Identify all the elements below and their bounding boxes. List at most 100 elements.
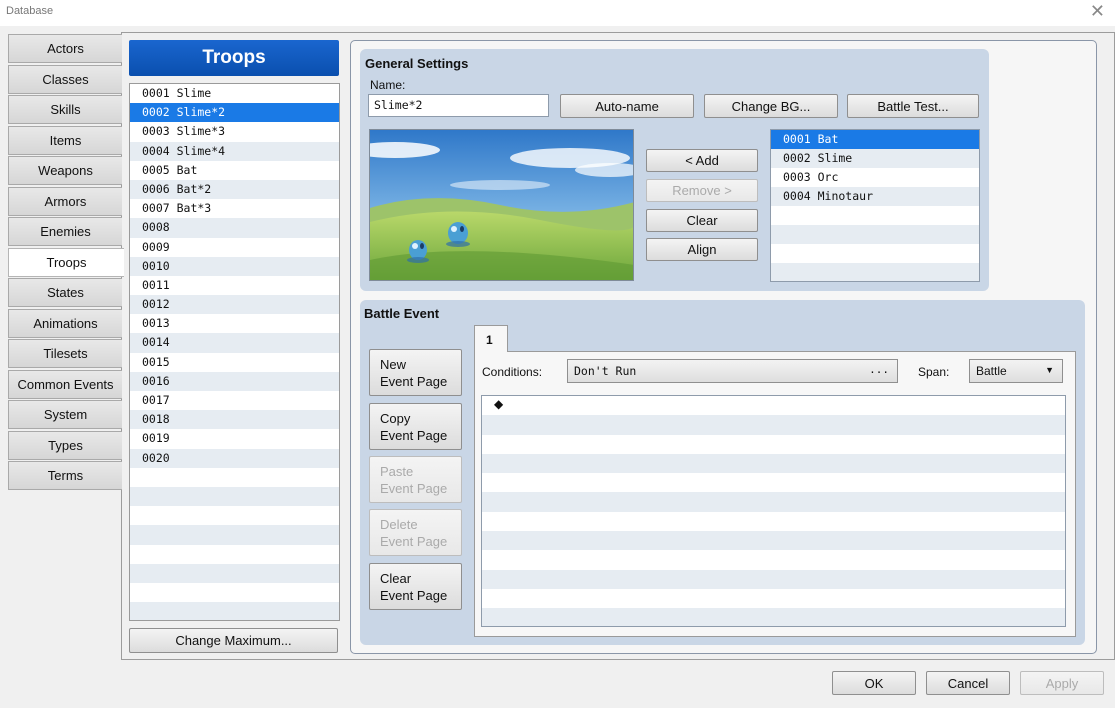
event-command-row[interactable] <box>482 589 1065 608</box>
enemy-list-item[interactable] <box>771 263 979 281</box>
enemy-list-item[interactable]: 0004 Minotaur <box>771 187 979 206</box>
tab-tilesets[interactable]: Tilesets <box>8 339 122 368</box>
command-marker-icon: ◆ <box>494 397 504 411</box>
remove-enemy-button[interactable]: Remove > <box>646 179 758 202</box>
troop-list-item[interactable]: 0010 <box>130 256 339 276</box>
battle-background-preview[interactable] <box>369 129 634 281</box>
troop-list-item[interactable]: 0017 <box>130 391 339 410</box>
copy-event-page-button[interactable]: Copy Event Page <box>369 403 462 450</box>
event-command-row[interactable] <box>482 550 1065 569</box>
event-command-row[interactable] <box>482 531 1065 551</box>
troop-list-item[interactable]: 0016 <box>130 371 339 391</box>
delete-event-page-button[interactable]: Delete Event Page <box>369 509 462 556</box>
event-command-row[interactable] <box>482 492 1065 512</box>
tab-actors[interactable]: Actors <box>8 34 122 63</box>
troop-list-item[interactable]: 0011 <box>130 276 339 295</box>
troops-list[interactable]: 0001 Slime 0002 Slime*2 0003 Slime*3 0004 S… <box>129 83 340 621</box>
troop-list-item[interactable]: 0002 Slime*2 <box>130 103 339 123</box>
tab-armors[interactable]: Armors <box>8 186 122 216</box>
tab-system[interactable]: System <box>8 400 122 429</box>
clear-event-page-button[interactable]: Clear Event Page <box>369 563 462 610</box>
enemy-list[interactable]: 0001 Bat 0002 Slime 0003 Orc 0004 Minotaur <box>770 129 980 282</box>
tab-common-events[interactable]: Common Events <box>8 369 122 399</box>
battle-test-button[interactable]: Battle Test... <box>847 94 979 118</box>
enemy-list-item[interactable] <box>771 225 979 244</box>
event-command-row[interactable] <box>482 415 1065 435</box>
troop-list-item[interactable]: 0012 <box>130 295 339 315</box>
enemy-list-item[interactable]: 0001 Bat <box>771 130 979 149</box>
event-command-row[interactable] <box>482 473 1065 492</box>
enemy-list-item[interactable] <box>771 244 979 263</box>
enemy-list-item[interactable]: 0002 Slime <box>771 149 979 168</box>
name-input[interactable]: Slime*2 <box>368 94 549 117</box>
paste-event-page-button[interactable]: Paste Event Page <box>369 456 462 503</box>
troop-list-item[interactable]: 0003 Slime*3 <box>130 122 339 141</box>
page-tab-1[interactable]: 1 <box>474 325 508 352</box>
span-value: Battle <box>976 364 1007 378</box>
troop-list-item[interactable]: 0018 <box>130 410 339 430</box>
event-command-row[interactable] <box>482 453 1065 474</box>
event-command-list[interactable]: ◆ <box>481 395 1066 627</box>
troop-list-item[interactable]: 0001 Slime <box>130 84 339 103</box>
event-command-row[interactable] <box>482 512 1065 531</box>
tab-terms[interactable]: Terms <box>8 461 122 490</box>
clear-button[interactable]: Clear <box>646 209 758 232</box>
tab-classes[interactable]: Classes <box>8 64 122 94</box>
general-settings-title: General Settings <box>365 56 469 71</box>
troop-list-item[interactable]: 0005 Bat <box>130 161 339 180</box>
title-bar: Database ✕ <box>0 0 1115 26</box>
troop-list-item[interactable] <box>130 583 339 602</box>
troops-header: Troops <box>129 40 339 76</box>
troop-list-item[interactable] <box>130 506 339 525</box>
troop-list-item[interactable] <box>130 468 339 487</box>
conditions-ellipsis-button[interactable]: ... <box>869 363 889 376</box>
change-maximum-button[interactable]: Change Maximum... <box>129 628 338 653</box>
tab-types[interactable]: Types <box>8 430 122 460</box>
event-command-row[interactable] <box>482 569 1065 589</box>
troop-list-item[interactable] <box>130 602 339 620</box>
troop-list-item[interactable]: 0007 Bat*3 <box>130 199 339 218</box>
new-event-page-button[interactable]: New Event Page <box>369 349 462 396</box>
troop-list-item[interactable]: 0004 Slime*4 <box>130 141 339 161</box>
auto-name-button[interactable]: Auto-name <box>560 94 694 118</box>
add-enemy-button[interactable]: < Add <box>646 149 758 172</box>
chevron-down-icon: ▼ <box>1045 365 1054 375</box>
troop-list-item[interactable]: 0008 <box>130 218 339 238</box>
troop-list-item[interactable]: 0013 <box>130 314 339 333</box>
enemy-list-item[interactable] <box>771 206 979 225</box>
tab-animations[interactable]: Animations <box>8 308 122 338</box>
tab-skills[interactable]: Skills <box>8 95 122 124</box>
tab-weapons[interactable]: Weapons <box>8 156 122 185</box>
tab-items[interactable]: Items <box>8 125 122 155</box>
troop-list-item[interactable]: 0006 Bat*2 <box>130 179 339 200</box>
troop-list-item[interactable]: 0020 <box>130 448 339 468</box>
troop-list-item[interactable]: 0015 <box>130 353 339 372</box>
apply-button[interactable]: Apply <box>1020 671 1104 695</box>
troop-list-item[interactable]: 0014 <box>130 333 339 353</box>
event-command-row[interactable]: ◆ <box>482 396 1065 415</box>
event-command-row[interactable] <box>482 608 1065 626</box>
battle-event-title: Battle Event <box>364 306 440 321</box>
troop-list-item[interactable] <box>130 563 339 583</box>
change-bg-button[interactable]: Change BG... <box>704 94 838 118</box>
event-command-row[interactable] <box>482 435 1065 454</box>
span-label: Span: <box>918 365 950 379</box>
troop-list-item[interactable]: 0019 <box>130 429 339 448</box>
conditions-field[interactable]: Don't Run ... <box>567 359 898 383</box>
align-button[interactable]: Align <box>646 238 758 261</box>
conditions-value: Don't Run <box>574 364 637 378</box>
close-icon[interactable]: ✕ <box>1090 1 1105 23</box>
cancel-button[interactable]: Cancel <box>926 671 1010 695</box>
tab-troops[interactable]: Troops <box>8 247 124 277</box>
span-select[interactable]: Battle ▼ <box>969 359 1063 383</box>
window-title: Database <box>6 5 54 17</box>
troop-list-item[interactable] <box>130 486 339 507</box>
troop-list-item[interactable] <box>130 545 339 564</box>
name-label: Name: <box>370 78 406 92</box>
tab-states[interactable]: States <box>8 278 122 307</box>
ok-button[interactable]: OK <box>832 671 916 695</box>
enemy-list-item[interactable]: 0003 Orc <box>771 168 979 187</box>
troop-list-item[interactable]: 0009 <box>130 238 339 257</box>
tab-enemies[interactable]: Enemies <box>8 217 122 246</box>
troop-list-item[interactable] <box>130 525 339 545</box>
